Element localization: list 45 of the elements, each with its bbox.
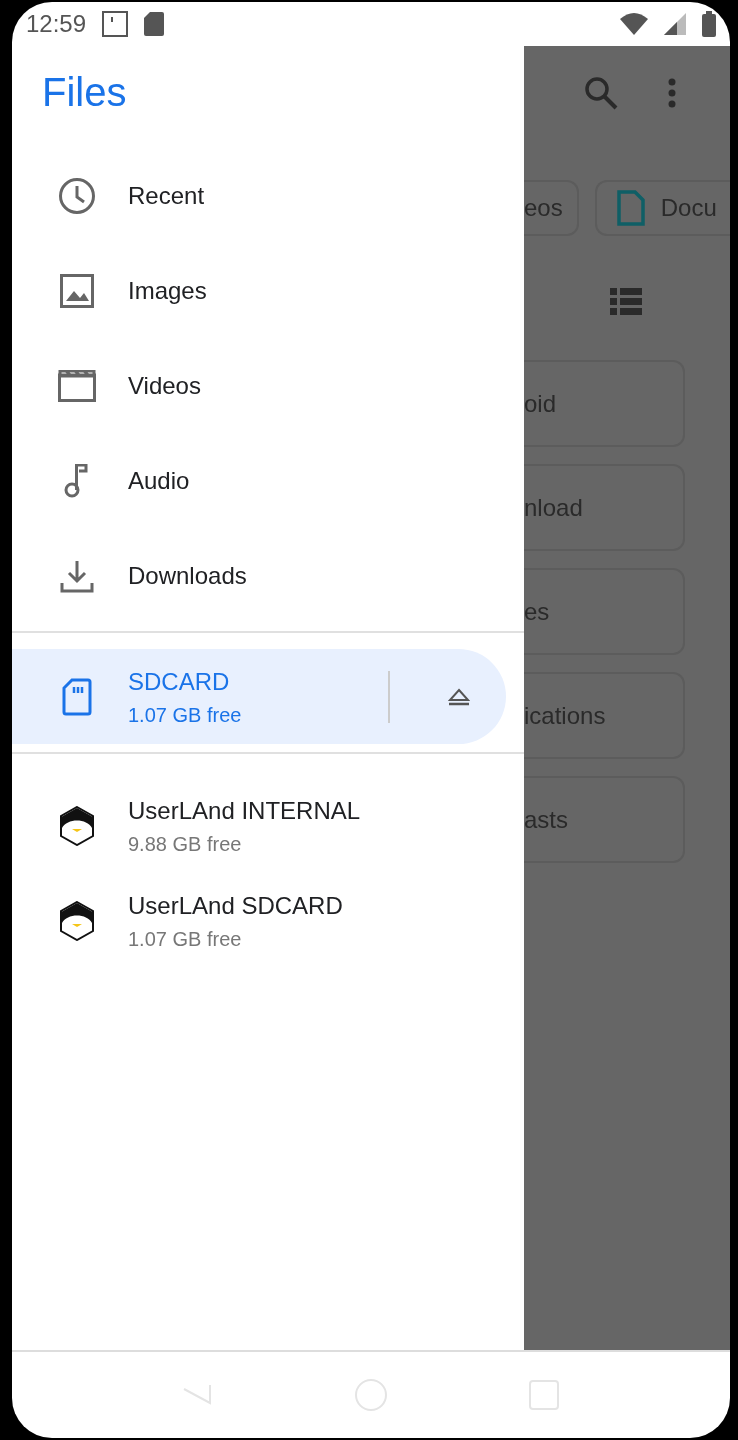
wifi-icon (620, 13, 648, 35)
storage-item[interactable]: UserLAnd SDCARD 1.07 GB free (12, 873, 524, 968)
drawer-item[interactable]: Downloads (12, 528, 524, 623)
sd-card-icon (144, 12, 165, 36)
drawer-item-label: Recent (128, 180, 205, 211)
notification-icon (102, 11, 129, 37)
drawer-item-label: Audio (128, 465, 190, 496)
storage-item[interactable]: SDCARD 1.07 GB free (12, 649, 506, 744)
drawer-item-label: Downloads (128, 560, 247, 591)
search-icon[interactable] (584, 76, 618, 110)
signal-icon (664, 13, 686, 35)
drawer-item[interactable]: Images (12, 243, 524, 338)
penguin-icon (59, 900, 95, 941)
clock-icon (58, 176, 96, 215)
folder-card[interactable]: ications (524, 672, 685, 759)
more-options-icon[interactable] (668, 78, 676, 108)
folder-card[interactable]: asts (524, 776, 685, 863)
folder-card[interactable]: es (524, 568, 685, 655)
free-space: 1.07 GB free (128, 926, 243, 952)
drawer-item-label: Images (128, 275, 207, 306)
drawer-title: Files (41, 69, 128, 116)
film-icon (58, 369, 96, 402)
storage-name: SDCARD (128, 666, 231, 697)
app-name: UserLAnd INTERNAL (128, 795, 361, 826)
folder-card[interactable]: oid (524, 360, 685, 447)
category-chip[interactable]: eos (524, 180, 579, 236)
drawer-item[interactable]: Audio (12, 433, 524, 528)
status-time: 12:59 (26, 9, 87, 39)
penguin-icon (59, 805, 95, 846)
image-icon (60, 273, 94, 308)
drawer-item[interactable]: Recent (12, 148, 524, 243)
drawer-item-label: Videos (128, 370, 201, 401)
app-name: UserLAnd SDCARD (128, 890, 343, 921)
storage-item[interactable]: UserLAnd INTERNAL 9.88 GB free (12, 778, 524, 873)
drawer-item[interactable]: Videos (12, 338, 524, 433)
music-note-icon (64, 463, 90, 498)
download-icon (60, 558, 94, 593)
sd-card-icon (62, 677, 92, 716)
folder-card[interactable]: nload (524, 464, 685, 551)
free-space: 1.07 GB free (128, 702, 242, 728)
eject-icon (448, 687, 470, 706)
free-space: 9.88 GB free (128, 831, 243, 857)
battery-icon (702, 11, 716, 37)
list-view-icon[interactable] (610, 288, 642, 316)
category-chip[interactable]: Docu (594, 180, 730, 236)
